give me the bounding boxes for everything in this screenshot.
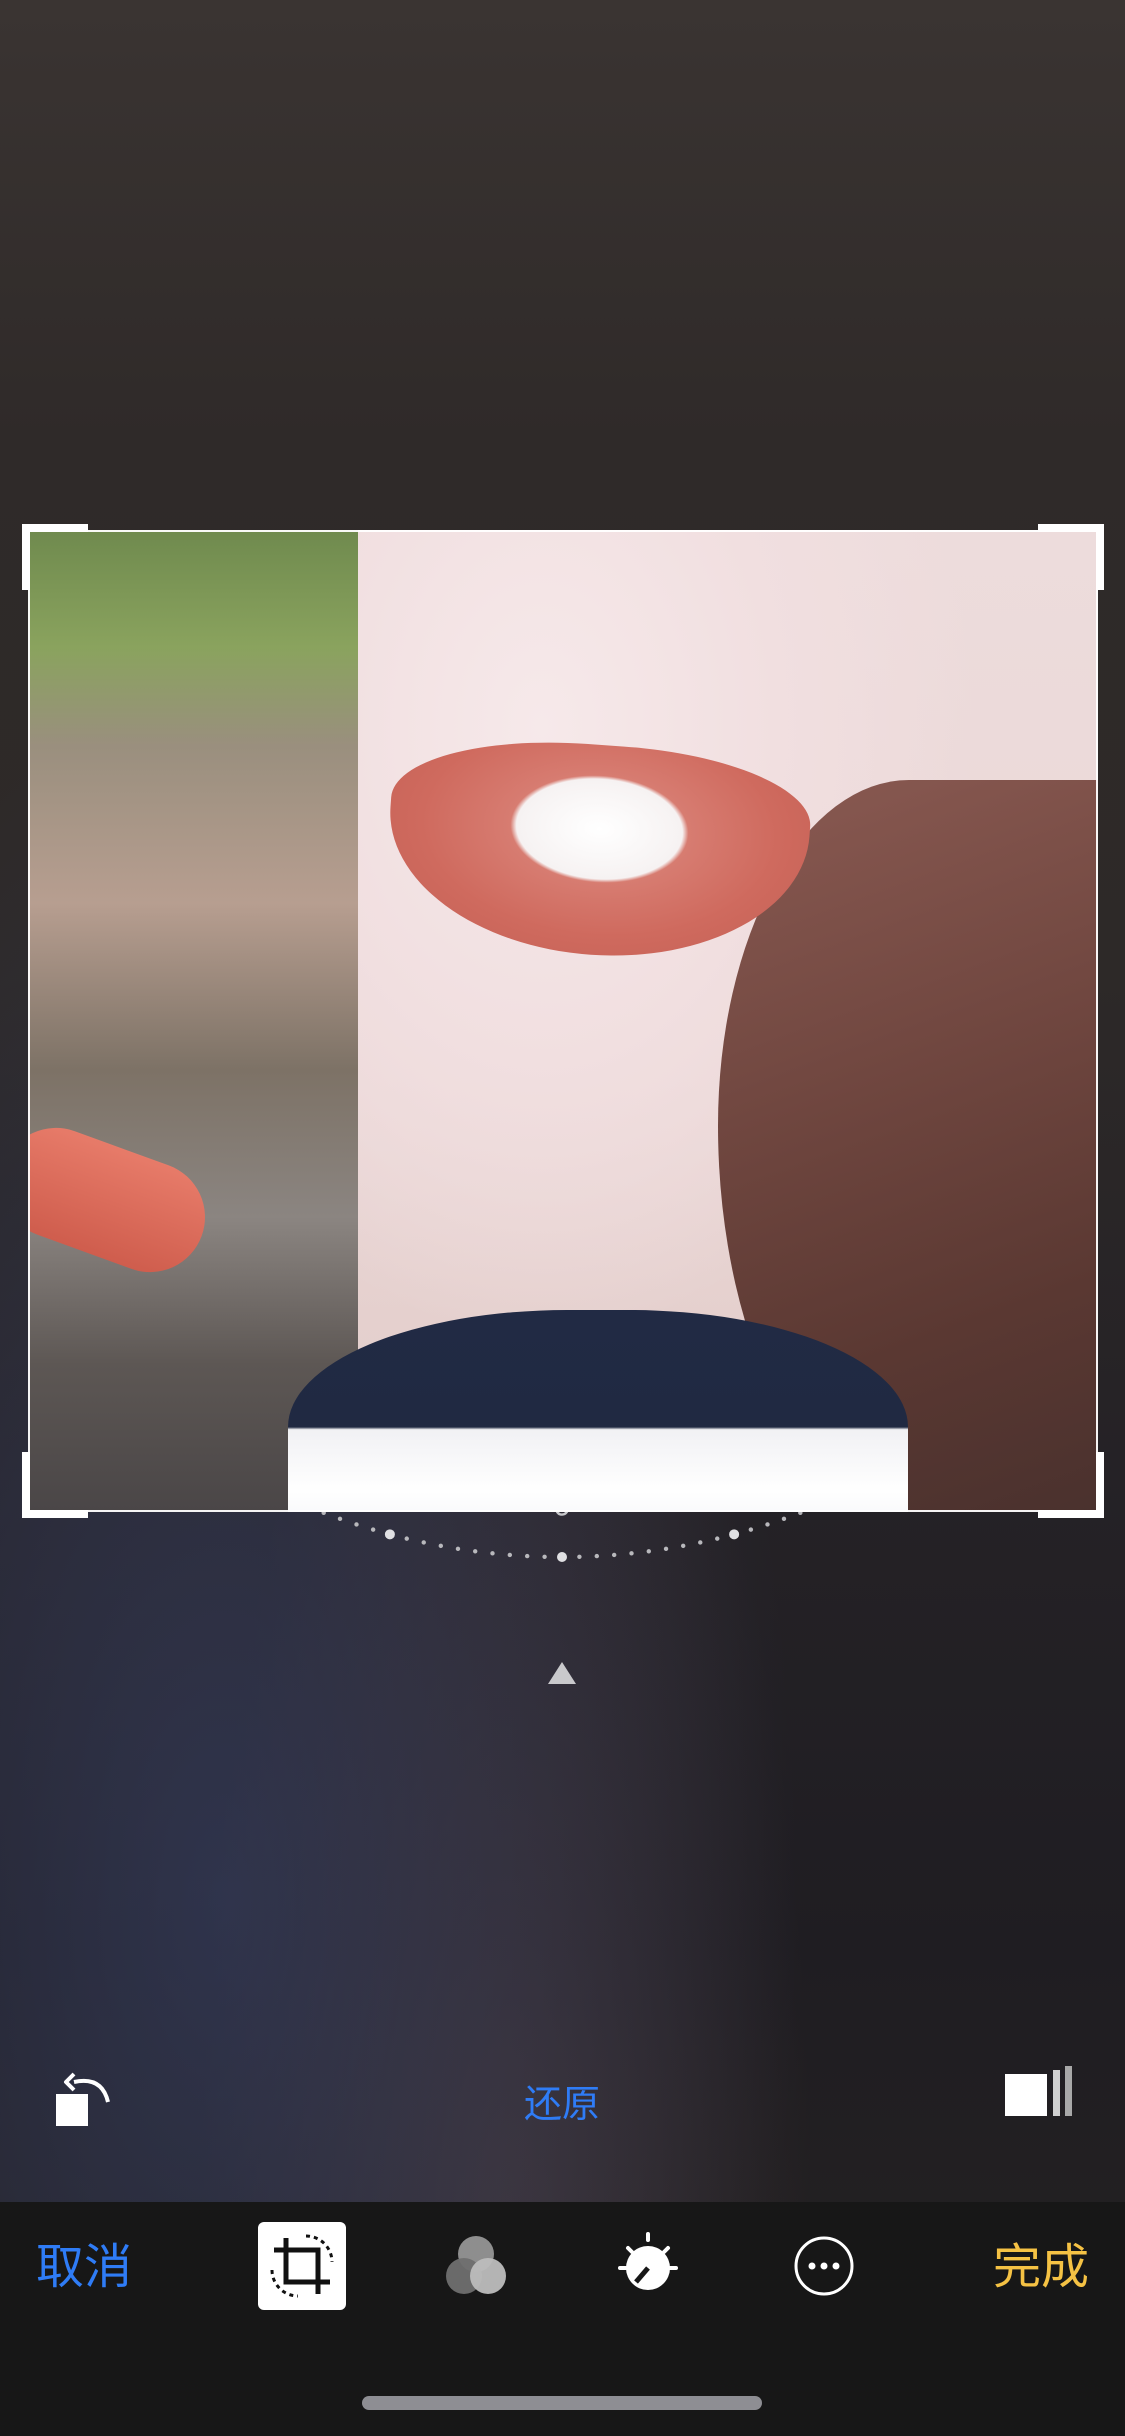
more-icon	[794, 2236, 854, 2296]
dial-dot	[663, 1546, 669, 1552]
adjust-icon	[618, 2232, 678, 2290]
crop-handle-bottom-right[interactable]	[1038, 1452, 1104, 1518]
home-indicator	[362, 2396, 762, 2410]
rotate-left-icon	[56, 2072, 110, 2126]
crop-handle-top-left[interactable]	[22, 524, 88, 590]
dial-dot	[524, 1553, 530, 1559]
dial-dot	[421, 1540, 426, 1545]
crop-icon	[270, 2234, 334, 2298]
dial-dot	[321, 1512, 326, 1516]
dial-dot	[798, 1512, 803, 1516]
dial-dot	[455, 1546, 461, 1552]
dial-dot	[781, 1516, 787, 1522]
dial-dot	[542, 1554, 547, 1559]
rotate-button[interactable]	[52, 2060, 116, 2130]
aspect-ratio-button[interactable]	[1003, 2066, 1075, 2120]
dial-dot	[438, 1543, 444, 1549]
dial-dot	[404, 1536, 409, 1541]
dial-dot	[765, 1522, 770, 1527]
dial-dot	[370, 1527, 376, 1532]
dial-dot	[715, 1536, 720, 1541]
dial-dot	[748, 1527, 754, 1532]
dial-dot	[354, 1522, 359, 1527]
more-options-button[interactable]	[780, 2222, 868, 2310]
dial-major-tick	[557, 1552, 567, 1562]
filters-tool-button[interactable]	[432, 2222, 520, 2310]
dial-dot	[337, 1516, 343, 1522]
dial-dot	[490, 1551, 495, 1556]
done-button[interactable]: 完成	[993, 2238, 1089, 2298]
dial-major-tick	[384, 1529, 395, 1540]
dial-dot	[646, 1549, 651, 1554]
dial-major-tick	[729, 1529, 740, 1540]
crop-handle-bottom-left[interactable]	[22, 1452, 88, 1518]
dial-indicator-triangle	[548, 1662, 576, 1684]
reset-button[interactable]: 还原	[512, 2080, 612, 2130]
filters-icon	[446, 2236, 506, 2294]
crop-tool-button[interactable]	[258, 2222, 346, 2310]
aspect-ratio-icon	[1005, 2066, 1072, 2116]
dial-dot	[577, 1554, 582, 1559]
adjust-tool-button[interactable]	[604, 2222, 692, 2310]
cancel-button[interactable]: 取消	[36, 2238, 132, 2298]
crop-handle-top-right[interactable]	[1038, 524, 1104, 590]
dial-dot	[611, 1552, 617, 1558]
dial-dot	[507, 1552, 513, 1558]
dial-dot	[680, 1543, 686, 1549]
dial-dot	[594, 1553, 600, 1559]
dial-dot	[698, 1540, 703, 1545]
dial-label: 0	[553, 1512, 571, 1522]
straighten-dial[interactable]: -30-20-100102030	[0, 1512, 1125, 1692]
dial-dot	[629, 1551, 634, 1556]
dial-dot	[473, 1549, 478, 1554]
crop-frame[interactable]	[22, 524, 1104, 1518]
